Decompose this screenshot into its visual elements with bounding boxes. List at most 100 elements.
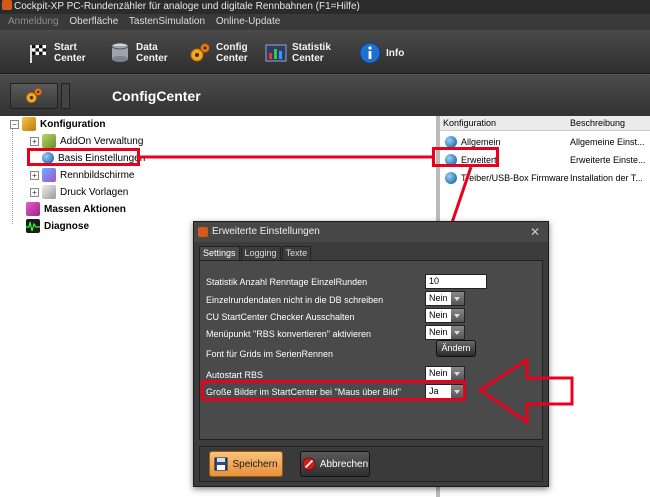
config-dropdown-toggle[interactable] [61,83,70,109]
app-icon [198,227,208,237]
statistik-center-button[interactable]: Statistik Center [264,38,331,68]
info-button[interactable]: Info [358,38,404,68]
tree-node-addon[interactable]: + AddOn Verwaltung [30,133,143,149]
tree-label-konfiguration: Konfiguration [40,118,106,130]
app-icon [2,0,12,10]
config-center-button[interactable]: Config Center [188,38,248,68]
cancel-icon [302,457,316,471]
tree-label-rennbildschirme: Rennbildschirme [60,169,135,181]
gears-icon [26,87,43,104]
statistics-icon [265,44,287,62]
tree-node-massen[interactable]: Massen Aktionen [26,201,126,217]
window-title: Cockpit-XP PC-Rundenzähler für analoge u… [14,1,360,12]
menu-bar: Anmeldung Oberfläche TastenSimulation On… [0,14,650,30]
dialog-tabs: Settings Logging Texte [199,246,312,260]
dialog-button-bar: Speichern Abbrechen [199,446,543,482]
printer-icon [42,185,56,199]
tree-label-diagnose: Diagnose [44,220,90,232]
tab-texte[interactable]: Texte [281,246,312,260]
menu-online-update[interactable]: Online-Update [216,16,280,27]
cancel-button[interactable]: Abbrechen [300,451,370,477]
save-label: Speichern [232,458,278,470]
start-center-line2: Center [54,53,86,64]
chevron-down-icon[interactable] [451,326,464,339]
bulk-actions-icon [26,202,40,216]
tree-label-addon: AddOn Verwaltung [60,135,144,147]
config-center-header: ConfigCenter [0,74,650,116]
info-label: Info [386,47,405,59]
statistik-input[interactable]: 10 [425,274,487,289]
einzel-select[interactable]: Nein [425,291,465,306]
list-item-desc: Erweiterte Einste... [570,155,646,165]
cu-label: CU StartCenter Checker Ausschalten [206,312,355,322]
settings-panel: Statistik Anzahl Renntage EinzelRunden 1… [199,260,543,440]
annotation-highlight-box [201,380,466,401]
column-header-beschreibung[interactable]: Beschreibung [570,116,625,131]
start-center-button[interactable]: Start Center [26,38,86,68]
chevron-down-icon[interactable] [451,309,464,322]
tree-node-druck[interactable]: + Druck Vorlagen [30,184,128,200]
autostart-select[interactable]: Nein [425,366,465,381]
expand-icon[interactable]: + [30,170,39,180]
expand-icon[interactable]: + [30,187,39,197]
dialog-title-bar: Erweiterte Einstellungen ✕ [194,222,548,242]
cu-select[interactable]: Nein [425,308,465,323]
tools-icon [22,117,36,131]
menu-tastensimulation[interactable]: TastenSimulation [129,16,205,27]
tab-logging[interactable]: Logging [240,246,281,260]
start-center-line1: Start [54,42,77,53]
statistik-label: Statistik Anzahl Renntage EinzelRunden [206,277,368,287]
einzel-label: Einzelrundendaten nicht in die DB schrei… [206,295,384,305]
tree-label-massen: Massen Aktionen [44,203,126,215]
config-center-line2: Center [216,53,248,64]
diagnose-icon [26,219,40,233]
list-item-name: Treiber/USB-Box Firmware [461,173,569,183]
statistik-center-line1: Statistik [292,42,331,53]
collapse-icon[interactable]: − [10,119,19,129]
save-button[interactable]: Speichern [209,451,283,477]
list-header: Konfiguration Beschreibung [440,116,650,131]
font-label: Font für Grids im SerienRennen [206,349,334,359]
cancel-label: Abbrechen [319,458,369,470]
menu-oberflaeche[interactable]: Oberfläche [69,16,118,27]
statistik-center-line2: Center [292,53,324,64]
tab-settings[interactable]: Settings [199,246,240,260]
floppy-disk-icon [214,457,228,471]
cu-value: Nein [429,310,448,320]
chevron-down-icon[interactable] [451,367,464,380]
tree-node-diagnose[interactable]: Diagnose [26,218,89,234]
aendern-button[interactable]: Ändern [436,340,476,357]
dialog-title: Erweiterte Einstellungen [212,226,320,237]
list-item-desc: Installation der T... [570,173,643,183]
data-center-line1: Data [136,42,158,53]
gears-icon [190,43,210,62]
tree-node-rennbildschirme[interactable]: + Rennbildschirme [30,167,134,183]
list-item[interactable]: Treiber/USB-Box Firmware Installation de… [440,169,650,187]
addon-icon [42,134,56,148]
close-icon[interactable]: ✕ [530,222,540,242]
autostart-value: Nein [429,368,448,378]
window-title-bar: Cockpit-XP PC-Rundenzähler für analoge u… [0,0,650,14]
menu-anmeldung[interactable]: Anmeldung [8,16,59,27]
expand-icon[interactable]: + [30,136,39,146]
annotation-highlight-box [27,148,140,166]
config-gear-button[interactable] [10,83,58,109]
menu-value: Nein [429,327,448,337]
config-center-line1: Config [216,42,248,53]
einzel-value: Nein [429,293,448,303]
tree-node-konfiguration[interactable]: − Konfiguration [10,116,106,132]
menu-select[interactable]: Nein [425,325,465,340]
database-icon [111,42,129,62]
annotation-highlight-box [432,147,499,167]
erweiterte-einstellungen-dialog: Erweiterte Einstellungen ✕ Settings Logg… [193,221,549,487]
menu-label: Menüpunkt "RBS konvertieren" aktivieren [206,329,371,339]
globe-icon [445,172,457,184]
tree-connector [12,128,13,224]
list-item-desc: Allgemeine Einst... [570,137,645,147]
data-center-line2: Center [136,53,168,64]
column-header-konfiguration[interactable]: Konfiguration [443,116,496,131]
data-center-button[interactable]: Data Center [108,38,168,68]
chevron-down-icon[interactable] [451,292,464,305]
page-title: ConfigCenter [112,88,201,104]
tree-label-druck: Druck Vorlagen [60,186,129,198]
